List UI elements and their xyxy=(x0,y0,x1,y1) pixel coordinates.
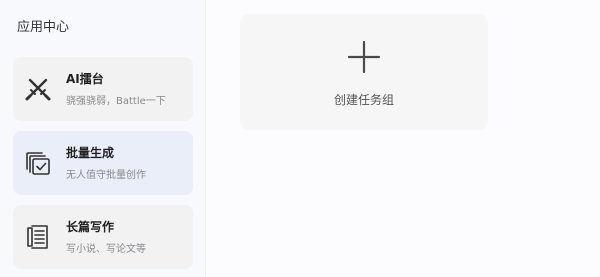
app-center-sidebar: 应用中心 AI擂台 骁强骁弱，Battle一下 批量生成 无人值守批量创作 长篇… xyxy=(0,0,206,277)
batch-documents-icon xyxy=(24,149,52,177)
app-description: 写小说、写论文等 xyxy=(66,244,146,255)
long-document-icon xyxy=(24,223,52,251)
create-task-group-label: 创建任务组 xyxy=(333,93,394,107)
app-description: 骁强骁弱，Battle一下 xyxy=(66,96,166,107)
create-task-group-button[interactable]: 创建任务组 xyxy=(240,14,488,130)
plus-icon xyxy=(347,40,381,74)
main-content: 创建任务组 xyxy=(207,0,600,277)
app-card-long-writing[interactable]: 长篇写作 写小说、写论文等 xyxy=(13,205,193,269)
crossed-swords-icon xyxy=(24,75,52,103)
app-name: AI擂台 xyxy=(66,72,104,86)
sidebar-title: 应用中心 xyxy=(17,20,70,35)
app-card-ai-arena[interactable]: AI擂台 骁强骁弱，Battle一下 xyxy=(13,57,193,121)
app-name: 长篇写作 xyxy=(66,220,115,234)
app-card-batch-generate[interactable]: 批量生成 无人值守批量创作 xyxy=(13,131,193,195)
app-description: 无人值守批量创作 xyxy=(66,170,146,181)
app-name: 批量生成 xyxy=(66,146,115,160)
